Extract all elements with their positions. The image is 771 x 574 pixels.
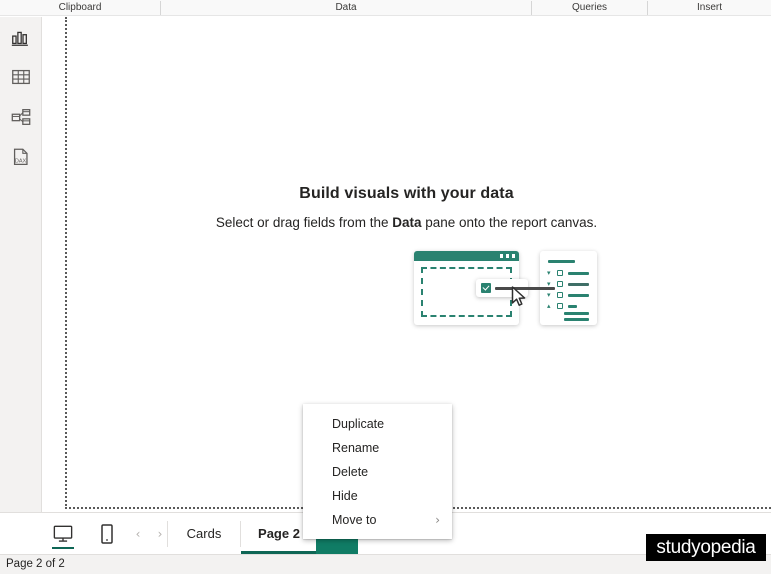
context-menu-item-label: Move to bbox=[332, 513, 377, 527]
illustration-field-checkbox bbox=[557, 270, 563, 276]
illustration-window-control-dot bbox=[500, 254, 503, 258]
context-menu-item-duplicate[interactable]: Duplicate bbox=[303, 412, 452, 436]
mobile-layout-button[interactable] bbox=[88, 513, 126, 554]
empty-state-illustration: ▾ ▾ ▾ ▴ bbox=[410, 249, 600, 331]
illustration-window-control-dot bbox=[506, 254, 509, 258]
ribbon-group-label: Insert bbox=[696, 2, 722, 13]
mouse-cursor-icon bbox=[511, 286, 526, 306]
chevron-right-icon: › bbox=[157, 526, 163, 541]
canvas-empty-state: Build visuals with your data Select or d… bbox=[42, 185, 771, 230]
chevron-right-icon: › bbox=[435, 513, 440, 527]
ribbon-group-label: Queries bbox=[571, 2, 607, 13]
illustration-field-checkbox bbox=[557, 292, 563, 298]
illustration-pane-header-bar bbox=[548, 260, 575, 263]
page-title: Build visuals with your data bbox=[299, 185, 514, 202]
studyopedia-watermark: studyopedia bbox=[646, 534, 766, 561]
subtitle-part-before: Select or drag fields from the bbox=[215, 215, 393, 230]
context-menu-item-label: Delete bbox=[332, 465, 369, 479]
illustration-field-line bbox=[568, 294, 589, 297]
ribbon-divider bbox=[647, 1, 648, 15]
context-menu-item-label: Hide bbox=[332, 489, 358, 503]
previous-page-arrow-button[interactable]: ‹ bbox=[128, 513, 148, 554]
sidebar-item-dax-query-view[interactable]: DAX bbox=[0, 137, 41, 177]
subtitle-data-pane-emphasis: Data bbox=[392, 215, 422, 230]
empty-state-subtitle: Select or drag fields from the Data pane… bbox=[42, 215, 771, 230]
dax-query-icon: DAX bbox=[13, 148, 28, 165]
ribbon-group-insert[interactable]: Insert bbox=[648, 0, 771, 15]
mobile-phone-icon bbox=[101, 523, 113, 544]
model-relationships-icon bbox=[11, 109, 30, 125]
table-grid-icon bbox=[11, 69, 30, 85]
ribbon-group-data[interactable]: Data bbox=[161, 0, 531, 15]
context-menu-item-hide[interactable]: Hide bbox=[303, 484, 452, 508]
page-tab-context-menu[interactable]: Duplicate Rename Delete Hide Move to › bbox=[303, 404, 452, 539]
page-tab-cards[interactable]: Cards bbox=[168, 513, 240, 554]
desktop-monitor-icon bbox=[53, 525, 73, 542]
illustration-field-line bbox=[568, 283, 589, 286]
illustration-checked-checkbox-icon bbox=[481, 283, 491, 293]
desktop-view-button[interactable] bbox=[44, 513, 82, 554]
view-sidebar: DAX bbox=[0, 17, 42, 512]
ribbon-group-label: Data bbox=[335, 2, 357, 13]
svg-text:DAX: DAX bbox=[14, 159, 26, 165]
ribbon-group-queries[interactable]: Queries bbox=[532, 0, 647, 15]
ribbon-divider bbox=[160, 1, 161, 15]
page-tab-label: Cards bbox=[186, 526, 222, 541]
illustration-window-control-dot bbox=[512, 254, 515, 258]
bar-chart-icon bbox=[11, 31, 28, 46]
chevron-left-icon: ‹ bbox=[135, 526, 141, 541]
sidebar-item-table-view[interactable] bbox=[0, 57, 41, 97]
illustration-field-line bbox=[568, 305, 577, 308]
ribbon-group-label: Clipboard bbox=[58, 2, 102, 13]
illustration-field-line bbox=[568, 272, 589, 275]
ribbon-group-clipboard[interactable]: Clipboard bbox=[0, 0, 160, 15]
context-menu-item-delete[interactable]: Delete bbox=[303, 460, 452, 484]
context-menu-item-move-to[interactable]: Move to › bbox=[303, 508, 452, 532]
sidebar-item-report-view[interactable] bbox=[0, 17, 41, 57]
illustration-field-checkbox bbox=[557, 281, 563, 287]
page-indicator: Page 2 of 2 bbox=[6, 558, 65, 570]
canvas-boundary-left bbox=[65, 17, 67, 509]
context-menu-item-rename[interactable]: Rename bbox=[303, 436, 452, 460]
illustration-window-titlebar bbox=[414, 251, 519, 261]
context-menu-item-label: Rename bbox=[332, 441, 380, 455]
illustration-chevron-up-icon: ▴ bbox=[547, 302, 551, 310]
context-menu-item-label: Duplicate bbox=[332, 417, 385, 431]
illustration-chevron-down-icon: ▾ bbox=[547, 291, 551, 299]
desktop-view-selected-underline bbox=[52, 547, 74, 549]
ribbon-divider bbox=[531, 1, 532, 15]
illustration-field-line bbox=[564, 318, 589, 321]
page-tab-label: Page 2 bbox=[258, 526, 300, 541]
ribbon-bar: Clipboard Data Queries Insert bbox=[0, 0, 771, 16]
illustration-field-checkbox bbox=[557, 303, 563, 309]
illustration-chevron-down-icon: ▾ bbox=[547, 269, 551, 277]
subtitle-part-after: pane onto the report canvas. bbox=[421, 215, 598, 230]
sidebar-item-model-view[interactable] bbox=[0, 97, 41, 137]
illustration-field-line bbox=[564, 312, 589, 315]
